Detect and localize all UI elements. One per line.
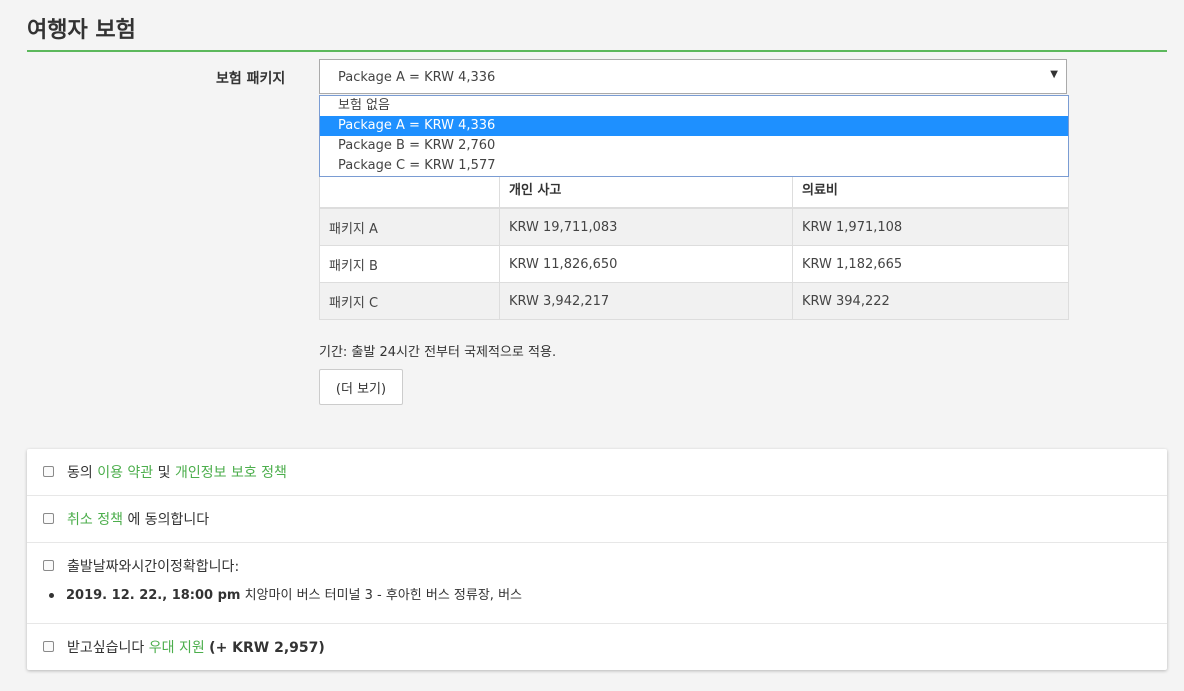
coverage-table: 개인 사고 의료비 패키지 A KRW 19,711,083 KRW 1,971…: [319, 168, 1069, 320]
table-cell: 패키지 B: [319, 245, 500, 283]
agree-terms-text: 동의 이용 약관 및 개인정보 보호 정책: [67, 462, 287, 482]
agreements-card: 동의 이용 약관 및 개인정보 보호 정책 취소 정책 에 동의합니다 출발날짜…: [27, 449, 1167, 670]
coverage-duration-text: 기간: 출발 24시간 전부터 국제적으로 적용.: [319, 345, 557, 360]
table-cell: KRW 1,971,108: [792, 207, 1069, 246]
more-info-button[interactable]: (더 보기): [319, 369, 403, 405]
agree-support-text: 받고싶습니다 우대 지원 (+ KRW 2,957): [67, 637, 325, 657]
table-cell: KRW 19,711,083: [499, 207, 793, 246]
table-cell: KRW 3,942,217: [499, 282, 793, 320]
support-price: (+ KRW 2,957): [209, 640, 325, 656]
table-cell: KRW 11,826,650: [499, 245, 793, 283]
agree-cancel-row: 취소 정책 에 동의합니다: [27, 496, 1167, 543]
package-option-a[interactable]: Package A = KRW 4,336: [320, 116, 1068, 136]
agree-departure-checkbox[interactable]: [43, 560, 54, 571]
agree-cancel-text: 취소 정책 에 동의합니다: [67, 509, 209, 529]
trip-details: 2019. 12. 22., 18:00 pm 치앙마이 버스 터미널 3 - …: [49, 584, 522, 603]
package-option-none[interactable]: 보험 없음: [320, 96, 1068, 116]
terms-of-use-link[interactable]: 이용 약관: [97, 465, 153, 481]
privacy-policy-link[interactable]: 개인정보 보호 정책: [175, 465, 287, 481]
insurance-package-select[interactable]: Package A = KRW 4,336 ▼: [319, 59, 1067, 94]
agree-departure-text: 출발날짜와시간이정확합니다:: [67, 559, 240, 575]
package-option-c[interactable]: Package C = KRW 1,577: [320, 156, 1068, 176]
agree-departure-row: 출발날짜와시간이정확합니다: 2019. 12. 22., 18:00 pm 치…: [27, 543, 1167, 624]
agree-support-row: 받고싶습니다 우대 지원 (+ KRW 2,957): [27, 624, 1167, 670]
table-cell: 패키지 A: [319, 207, 500, 246]
dropdown-arrow-icon: ▼: [1050, 69, 1058, 80]
trip-route: 치앙마이 버스 터미널 3 - 후아힌 버스 정류장, 버스: [244, 588, 522, 603]
table-row: 패키지 B KRW 11,826,650 KRW 1,182,665: [319, 245, 1069, 283]
agree-support-checkbox[interactable]: [43, 641, 54, 652]
selected-package-value: Package A = KRW 4,336: [338, 70, 496, 85]
package-dropdown-list[interactable]: 보험 없음 Package A = KRW 4,336 Package B = …: [319, 95, 1069, 177]
agree-prefix: 동의: [67, 465, 93, 481]
table-row: 패키지 A KRW 19,711,083 KRW 1,971,108: [319, 207, 1069, 246]
table-cell: KRW 1,182,665: [792, 245, 1069, 283]
trip-datetime: 2019. 12. 22., 18:00 pm: [66, 588, 241, 603]
insurance-package-label: 보험 패키지: [216, 71, 286, 87]
support-prefix: 받고싶습니다: [67, 640, 145, 656]
table-row: 패키지 C KRW 3,942,217 KRW 394,222: [319, 282, 1069, 320]
priority-support-link[interactable]: 우대 지원: [149, 640, 205, 656]
agree-cancel-checkbox[interactable]: [43, 513, 54, 524]
cancellation-policy-link[interactable]: 취소 정책: [67, 512, 123, 528]
agree-terms-row: 동의 이용 약관 및 개인정보 보호 정책: [27, 449, 1167, 496]
bullet-icon: [49, 593, 54, 598]
agree-conjunction: 및: [157, 465, 171, 481]
section-title: 여행자 보험: [27, 12, 1167, 52]
agree-terms-checkbox[interactable]: [43, 466, 54, 477]
table-cell: KRW 394,222: [792, 282, 1069, 320]
table-cell: 패키지 C: [319, 282, 500, 320]
package-option-b[interactable]: Package B = KRW 2,760: [320, 136, 1068, 156]
agree-cancel-suffix: 에 동의합니다: [127, 512, 210, 528]
